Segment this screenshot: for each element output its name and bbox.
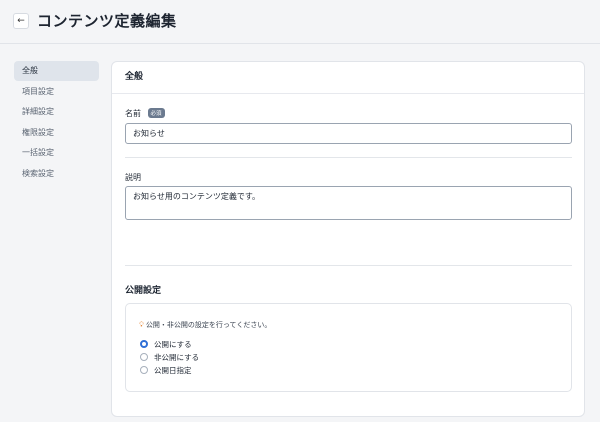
page-title: コンテンツ定義編集 xyxy=(37,12,177,30)
name-input[interactable]: お知らせ xyxy=(125,123,572,144)
publish-hint-text: 公開・非公開の設定を行ってください。 xyxy=(145,321,272,329)
radio-scheduled[interactable]: 公開日指定 xyxy=(140,365,192,376)
settings-card: 全般 名前 必須 お知らせ 説明 お知らせ用のコンテンツ定義です。 公開設定 💡… xyxy=(111,61,585,417)
description-label: 説明 xyxy=(125,173,141,182)
divider xyxy=(125,265,572,266)
radio-checked-icon[interactable] xyxy=(140,340,148,348)
name-label-row: 名前 必須 xyxy=(125,108,165,119)
publish-settings-box: 💡︎ 公開・非公開の設定を行ってください。 公開にする 非公開にする 公開日指定 xyxy=(125,303,572,392)
radio-unchecked-icon[interactable] xyxy=(140,353,148,361)
publish-hint: 💡︎ 公開・非公開の設定を行ってください。 xyxy=(139,320,271,330)
sidebar-item-fields[interactable]: 項目設定 xyxy=(14,82,99,102)
radio-publish[interactable]: 公開にする xyxy=(140,339,192,350)
required-badge: 必須 xyxy=(147,108,165,118)
lightbulb-icon: 💡︎ xyxy=(139,321,144,329)
sidebar-item-search[interactable]: 検索設定 xyxy=(14,164,99,184)
arrow-left-icon: ← xyxy=(17,16,25,26)
sidebar-item-details[interactable]: 詳細設定 xyxy=(14,102,99,122)
radio-unchecked-icon[interactable] xyxy=(140,366,148,374)
back-button[interactable]: ← xyxy=(13,13,29,29)
page-header: ← コンテンツ定義編集 xyxy=(0,0,600,44)
radio-label: 公開日指定 xyxy=(154,366,192,375)
publish-section-title: 公開設定 xyxy=(125,286,162,296)
name-label: 名前 xyxy=(125,109,141,118)
radio-unpublish[interactable]: 非公開にする xyxy=(140,352,199,363)
sidebar: 全般 項目設定 詳細設定 権限設定 一括設定 検索設定 xyxy=(14,61,99,184)
sidebar-item-permissions[interactable]: 権限設定 xyxy=(14,123,99,143)
general-section-title: 全般 xyxy=(112,62,584,94)
sidebar-item-bulk[interactable]: 一括設定 xyxy=(14,143,99,163)
description-textarea[interactable]: お知らせ用のコンテンツ定義です。 xyxy=(125,186,572,220)
sidebar-item-general[interactable]: 全般 xyxy=(14,61,99,81)
divider xyxy=(125,157,572,158)
radio-label: 非公開にする xyxy=(154,353,200,362)
radio-label: 公開にする xyxy=(154,340,192,349)
